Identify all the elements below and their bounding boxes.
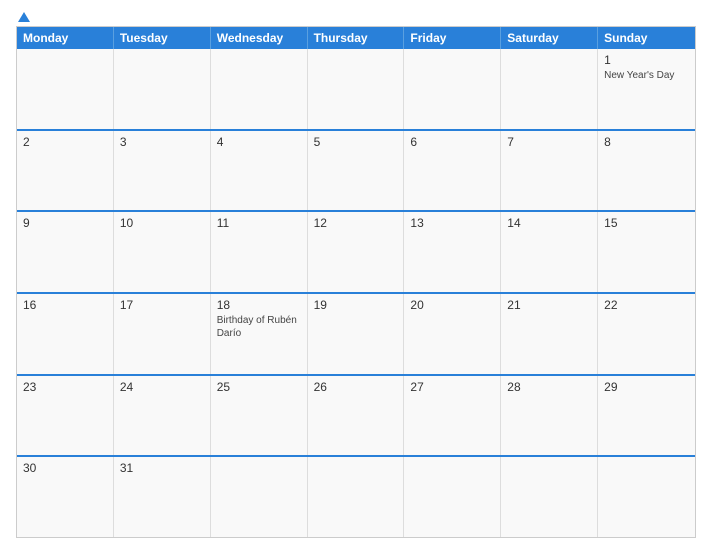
cal-cell: 17 <box>114 294 211 374</box>
cal-cell: 4 <box>211 131 308 211</box>
cal-cell: 29 <box>598 376 695 456</box>
day-number: 9 <box>23 216 107 230</box>
cal-cell: 26 <box>308 376 405 456</box>
header <box>16 12 696 22</box>
day-number: 29 <box>604 380 689 394</box>
day-number: 13 <box>410 216 494 230</box>
cal-cell: 9 <box>17 212 114 292</box>
cal-header-day-thursday: Thursday <box>308 27 405 49</box>
logo <box>16 12 30 22</box>
calendar-body: 1New Year's Day2345678910111213141516171… <box>17 49 695 537</box>
cal-cell: 22 <box>598 294 695 374</box>
cal-cell: 19 <box>308 294 405 374</box>
day-number: 26 <box>314 380 398 394</box>
cal-cell: 31 <box>114 457 211 537</box>
cal-header-day-sunday: Sunday <box>598 27 695 49</box>
cal-cell <box>404 49 501 129</box>
cal-cell: 20 <box>404 294 501 374</box>
cal-cell: 16 <box>17 294 114 374</box>
cal-cell <box>501 49 598 129</box>
day-number: 15 <box>604 216 689 230</box>
day-number: 11 <box>217 216 301 230</box>
cal-cell: 13 <box>404 212 501 292</box>
day-number: 30 <box>23 461 107 475</box>
cal-header-day-monday: Monday <box>17 27 114 49</box>
day-number: 19 <box>314 298 398 312</box>
day-number: 14 <box>507 216 591 230</box>
cal-cell: 21 <box>501 294 598 374</box>
day-number: 23 <box>23 380 107 394</box>
cal-cell: 30 <box>17 457 114 537</box>
day-number: 31 <box>120 461 204 475</box>
calendar-week-3: 9 10 11 12 13 14 15 <box>17 210 695 292</box>
day-number: 17 <box>120 298 204 312</box>
calendar-week-6: 30 31 <box>17 455 695 537</box>
day-number: 28 <box>507 380 591 394</box>
calendar-week-2: 2345678 <box>17 129 695 211</box>
cal-cell <box>308 49 405 129</box>
cal-cell: 23 <box>17 376 114 456</box>
calendar: MondayTuesdayWednesdayThursdayFridaySatu… <box>16 26 696 538</box>
day-number: 3 <box>120 135 204 149</box>
day-number: 4 <box>217 135 301 149</box>
cal-header-day-friday: Friday <box>404 27 501 49</box>
cal-cell: 3 <box>114 131 211 211</box>
day-number: 18 <box>217 298 301 312</box>
cal-cell: 24 <box>114 376 211 456</box>
cal-cell <box>308 457 405 537</box>
cal-cell <box>17 49 114 129</box>
cal-cell: 7 <box>501 131 598 211</box>
page: MondayTuesdayWednesdayThursdayFridaySatu… <box>0 0 712 550</box>
day-number: 8 <box>604 135 689 149</box>
day-number: 5 <box>314 135 398 149</box>
day-event: Birthday of Rubén Darío <box>217 314 301 340</box>
day-event: New Year's Day <box>604 69 689 82</box>
day-number: 1 <box>604 53 689 67</box>
calendar-week-5: 23 24 25 26 27 28 29 <box>17 374 695 456</box>
day-number: 16 <box>23 298 107 312</box>
day-number: 24 <box>120 380 204 394</box>
calendar-header: MondayTuesdayWednesdayThursdayFridaySatu… <box>17 27 695 49</box>
cal-cell <box>114 49 211 129</box>
cal-header-day-wednesday: Wednesday <box>211 27 308 49</box>
cal-cell: 1 New Year's Day <box>598 49 695 129</box>
day-number: 12 <box>314 216 398 230</box>
cal-cell: 5 <box>308 131 405 211</box>
cal-cell <box>598 457 695 537</box>
cal-cell: 10 <box>114 212 211 292</box>
cal-cell <box>211 457 308 537</box>
logo-triangle-icon <box>18 12 30 22</box>
calendar-week-1: 1 New Year's Day <box>17 49 695 129</box>
cal-cell: 12 <box>308 212 405 292</box>
cal-cell: 6 <box>404 131 501 211</box>
cal-cell: 25 <box>211 376 308 456</box>
day-number: 20 <box>410 298 494 312</box>
cal-cell: 27 <box>404 376 501 456</box>
cal-cell <box>501 457 598 537</box>
day-number: 22 <box>604 298 689 312</box>
calendar-week-4: 16 17 18 Birthday of Rubén Darío 19 20 21 22 <box>17 292 695 374</box>
day-number: 6 <box>410 135 494 149</box>
cal-cell: 2 <box>17 131 114 211</box>
day-number: 21 <box>507 298 591 312</box>
cal-header-day-tuesday: Tuesday <box>114 27 211 49</box>
cal-cell: 11 <box>211 212 308 292</box>
cal-header-day-saturday: Saturday <box>501 27 598 49</box>
cal-cell <box>404 457 501 537</box>
cal-cell: 14 <box>501 212 598 292</box>
cal-cell: 8 <box>598 131 695 211</box>
cal-cell: 18 Birthday of Rubén Darío <box>211 294 308 374</box>
cal-cell: 28 <box>501 376 598 456</box>
day-number: 25 <box>217 380 301 394</box>
day-number: 7 <box>507 135 591 149</box>
cal-cell <box>211 49 308 129</box>
cal-cell: 15 <box>598 212 695 292</box>
day-number: 2 <box>23 135 107 149</box>
day-number: 27 <box>410 380 494 394</box>
day-number: 10 <box>120 216 204 230</box>
